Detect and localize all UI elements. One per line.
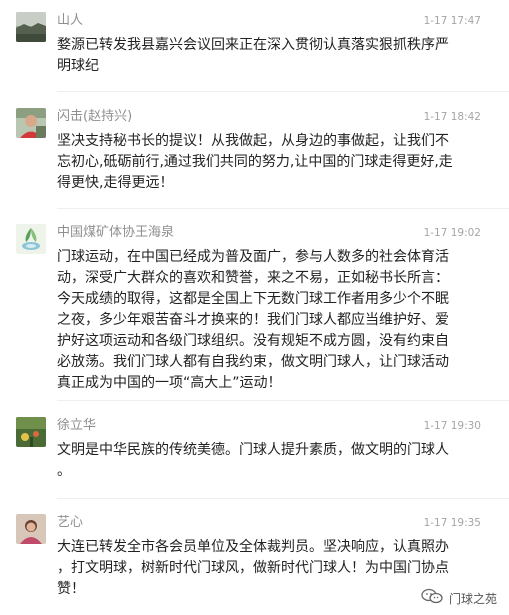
- account-name: 门球之苑: [448, 591, 497, 606]
- commenter-name[interactable]: 闪击(赵持兴): [57, 109, 132, 125]
- avatar[interactable]: [16, 12, 46, 42]
- comment-time: 1-17 19:30: [423, 420, 481, 432]
- commenter-name[interactable]: 徐立华: [57, 418, 96, 434]
- comment-time: 1-17 17:47: [423, 15, 481, 27]
- comment-item: 中国煤矿体协王海泉 1-17 19:02 门球运动，在中国已经成为普及面广，参与…: [0, 212, 509, 397]
- avatar[interactable]: [16, 514, 46, 544]
- comment-time: 1-17 18:42: [423, 111, 481, 123]
- flower-photo-icon: [16, 417, 46, 447]
- avatar[interactable]: [16, 417, 46, 447]
- comment-text: 坚决支持秘书长的提议！从我做起，从身边的事做起，让我们不 忘初心,砥砺前行,通过…: [57, 133, 453, 191]
- account-watermark: 门球之苑: [421, 587, 497, 609]
- commenter-name[interactable]: 山人: [57, 13, 83, 29]
- wechat-channel-icon: [421, 588, 443, 608]
- green-logo-icon: [16, 224, 46, 254]
- comment-item: 山人 1-17 17:47 婺源已转发我县嘉兴会议回来正在深入贯彻认真落实狠抓秩…: [0, 0, 509, 84]
- commenter-name[interactable]: 中国煤矿体协王海泉: [57, 225, 174, 241]
- comment-time: 1-17 19:02: [423, 227, 481, 239]
- person-photo-icon: [16, 108, 46, 138]
- comment-item: 闪击(赵持兴) 1-17 18:42 坚决支持秘书长的提议！从我做起，从身边的事…: [0, 96, 509, 206]
- comment-text: 门球运动，在中国已经成为普及面广，参与人数多的社会体育活 动，深受广大群众的喜欢…: [57, 249, 449, 391]
- comment-time: 1-17 19:35: [423, 517, 481, 529]
- person-photo-icon: [16, 514, 46, 544]
- divider: [57, 498, 509, 499]
- divider: [57, 208, 509, 209]
- avatar[interactable]: [16, 224, 46, 254]
- comment-text: 文明是中华民族的传统美德。门球人提升素质，做文明的门球人 。: [57, 442, 449, 479]
- commenter-name[interactable]: 艺心: [57, 515, 83, 531]
- avatar[interactable]: [16, 108, 46, 138]
- divider: [57, 91, 509, 92]
- comment-item: 徐立华 1-17 19:30 文明是中华民族的传统美德。门球人提升素质，做文明的…: [0, 404, 509, 494]
- comment-text: 婺源已转发我县嘉兴会议回来正在深入贯彻认真落实狠抓秩序严 明球纪: [57, 37, 449, 74]
- landscape-photo-icon: [16, 12, 46, 42]
- divider: [57, 400, 509, 401]
